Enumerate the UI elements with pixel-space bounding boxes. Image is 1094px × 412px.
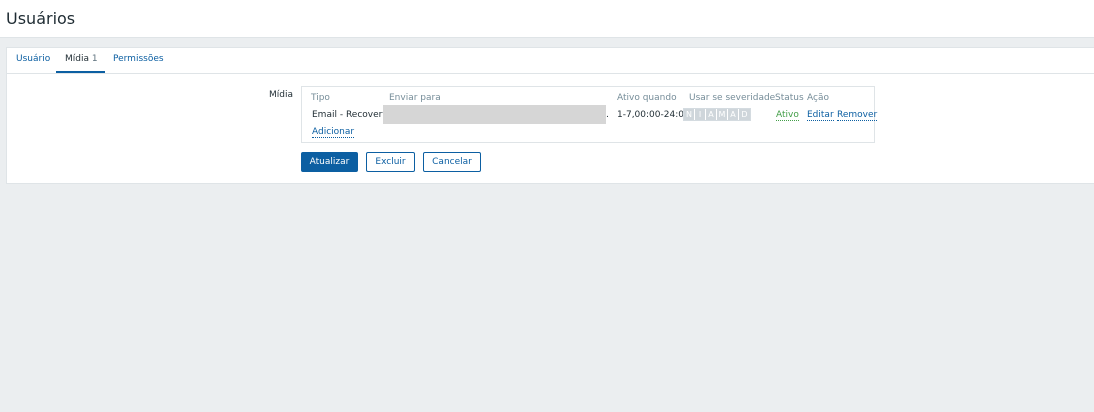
send-to-trailing: . — [606, 110, 609, 120]
redacted-send-to — [383, 105, 606, 124]
severity-indicators: N I A M A D — [683, 108, 751, 121]
tab-user[interactable]: Usuário — [16, 54, 50, 64]
media-active-when: 1-7,00:00-24:00 — [617, 110, 690, 120]
severity-high: A — [728, 109, 739, 120]
column-header-severity: Usar se severidade — [689, 93, 776, 103]
column-header-status: Status — [775, 93, 804, 103]
column-header-send-to: Enviar para — [389, 93, 441, 103]
remove-link[interactable]: Remover — [837, 110, 878, 121]
tab-user-label: Usuário — [16, 54, 51, 64]
delete-button[interactable]: Excluir — [366, 152, 415, 172]
tab-media[interactable]: Mídia 1 — [65, 54, 98, 64]
edit-link[interactable]: Editar — [807, 110, 834, 121]
add-media-link[interactable]: Adicionar — [312, 127, 355, 138]
status-toggle[interactable]: Ativo — [776, 110, 799, 121]
severity-average: M — [717, 109, 728, 120]
update-button[interactable]: Atualizar — [301, 152, 358, 172]
media-type: Email - Recovery — [312, 110, 388, 120]
tab-bar: Usuário Mídia 1 Permissões — [7, 48, 1094, 74]
tab-permissions[interactable]: Permissões — [113, 54, 164, 64]
media-table: Tipo Enviar para Ativo quando Usar se se… — [301, 86, 878, 143]
media-row-label: Mídia — [269, 90, 293, 100]
tab-permissions-label: Permissões — [113, 54, 164, 64]
severity-not-classified: N — [684, 109, 695, 120]
tab-media-count: 1 — [91, 54, 98, 64]
column-header-active-when: Ativo quando — [617, 93, 677, 103]
severity-warning: A — [706, 109, 717, 120]
active-tab-indicator — [56, 71, 105, 73]
severity-information: I — [695, 109, 706, 120]
page-header: Usuários — [0, 0, 1094, 38]
severity-disaster: D — [739, 109, 750, 120]
user-form-panel: Usuário Mídia 1 Permissões Mídia Tipo En… — [6, 47, 1094, 184]
cancel-button[interactable]: Cancelar — [423, 152, 481, 172]
tab-media-label: Mídia — [65, 54, 89, 64]
column-header-action: Ação — [807, 93, 829, 103]
page-title: Usuários — [6, 9, 76, 28]
column-header-type: Tipo — [311, 93, 330, 103]
